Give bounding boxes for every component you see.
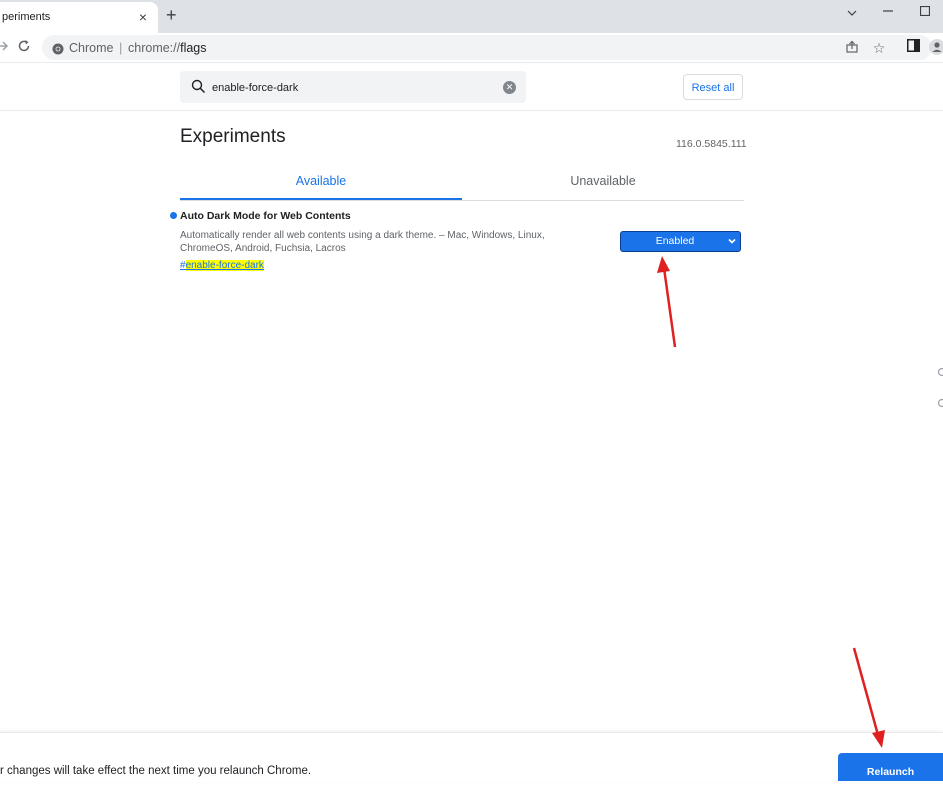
- browser-toolbar: Chrome | chrome://flags ☆: [0, 33, 943, 63]
- selected-state: Enabled: [621, 232, 729, 251]
- version-label: 116.0.5845.111: [676, 138, 747, 150]
- header-divider: [0, 110, 943, 111]
- minimize-icon[interactable]: [872, 3, 904, 27]
- side-panel-icon[interactable]: [905, 39, 921, 55]
- arrow-to-select: [657, 256, 675, 347]
- browser-tab[interactable]: periments ×: [0, 2, 158, 33]
- tab-strip: periments × +: [0, 0, 943, 33]
- relaunch-button[interactable]: Relaunch: [838, 753, 943, 781]
- experiment-name: Auto Dark Mode for Web Contents: [180, 210, 351, 222]
- reload-icon[interactable]: [16, 39, 32, 55]
- omnibox-scheme-label: Chrome: [69, 41, 113, 55]
- tab-available[interactable]: Available: [180, 166, 462, 200]
- omnibox[interactable]: Chrome | chrome://flags ☆: [42, 35, 932, 60]
- experiment-description: Automatically render all web contents us…: [180, 229, 575, 255]
- new-tab-icon[interactable]: +: [166, 6, 180, 24]
- flags-search-box[interactable]: ✕: [180, 71, 526, 103]
- tab-close-icon[interactable]: ×: [136, 9, 150, 25]
- chevron-down-icon: [728, 232, 736, 258]
- bookmark-star-icon[interactable]: ☆: [871, 40, 887, 56]
- modified-indicator-icon: [170, 212, 177, 219]
- experiment-state-select[interactable]: Enabled: [620, 231, 741, 252]
- url-prefix: chrome://: [128, 41, 180, 55]
- forward-icon[interactable]: [0, 39, 10, 55]
- search-icon: [191, 79, 207, 95]
- reset-all-button[interactable]: Reset all: [683, 74, 743, 100]
- search-input[interactable]: [210, 77, 504, 99]
- edge-circle-icon: [937, 398, 943, 408]
- edge-circle-icon: [937, 367, 943, 377]
- maximize-icon[interactable]: [909, 3, 941, 27]
- experiment-permalink[interactable]: #enable-force-dark: [180, 260, 264, 271]
- page-title: Experiments: [180, 126, 286, 148]
- experiment-tabs: Available Unavailable: [180, 166, 744, 200]
- tabs-divider: [180, 200, 744, 201]
- chrome-logo-icon: [52, 42, 64, 54]
- tab-title: periments: [2, 11, 50, 23]
- omnibox-separator: |: [119, 40, 122, 55]
- profile-avatar-icon[interactable]: [929, 39, 943, 55]
- annotation-arrows: [0, 0, 943, 781]
- share-icon[interactable]: [844, 40, 860, 56]
- permalink-text: enable-force-dark: [186, 260, 264, 271]
- tab-search-icon[interactable]: [836, 3, 868, 27]
- permalink-hash: #: [180, 260, 186, 271]
- omnibox-url[interactable]: chrome://flags: [128, 41, 207, 55]
- relaunch-message: r changes will take effect the next time…: [0, 765, 311, 777]
- clear-search-icon[interactable]: ✕: [503, 81, 516, 94]
- tab-unavailable[interactable]: Unavailable: [462, 166, 744, 198]
- url-host: flags: [180, 41, 206, 55]
